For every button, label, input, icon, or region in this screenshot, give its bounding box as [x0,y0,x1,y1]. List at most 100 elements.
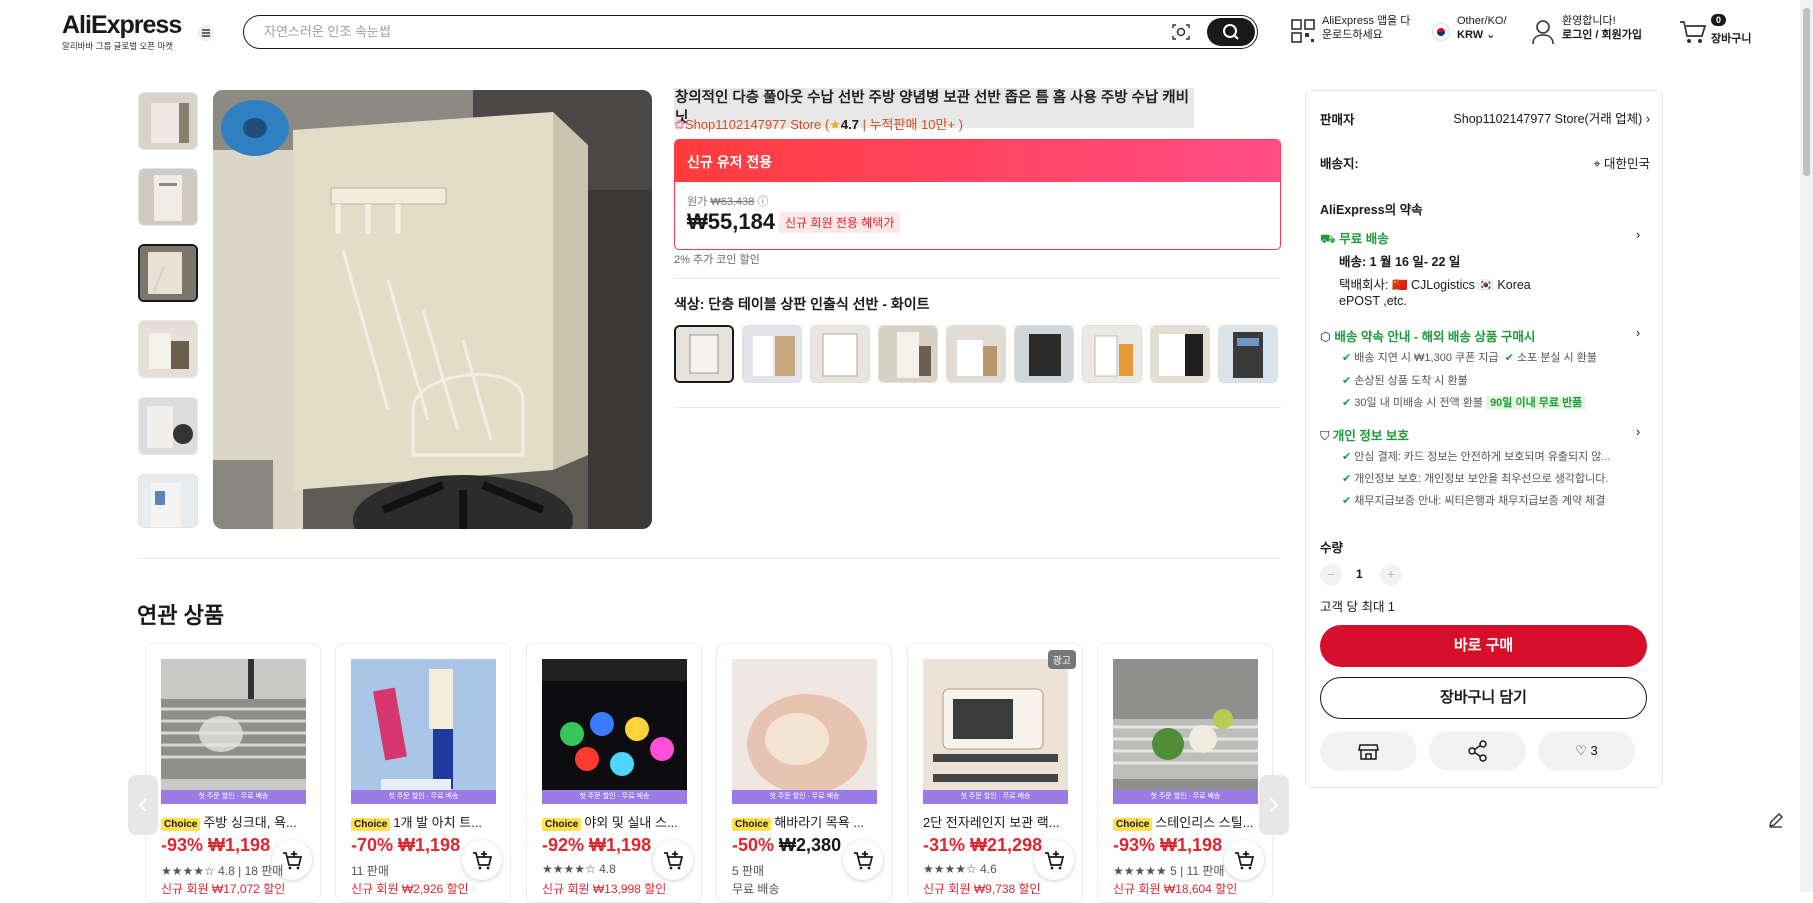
gallery-thumb-6[interactable] [138,474,198,528]
app-download-link[interactable]: AliExpress 앱을 다 운로드하세요 [1322,14,1410,42]
gallery-thumb-3-selected[interactable] [138,244,198,302]
cart-label[interactable]: 장바구니 [1711,30,1751,46]
color-swatch-4[interactable] [878,325,938,383]
gallery-thumb-4[interactable] [138,320,198,378]
color-swatch-9[interactable] [1218,325,1278,383]
login-link[interactable]: 환영합니다! 로그인 / 회원가입 [1562,14,1642,42]
related-card-4[interactable]: 첫 주문 할인 · 무료 배송 Choice 해바라기 목욕 ... -50% ₩… [716,643,892,903]
check-icon: ✔ [1342,352,1352,364]
carousel-prev-button[interactable] [128,775,158,835]
color-swatch-2[interactable] [742,325,802,383]
check-icon: ✔ [1504,352,1514,364]
qr-code-icon[interactable] [1290,18,1316,44]
check-icon: ✔ [1342,451,1352,463]
original-price-line: 원가 ₩63,438 ⓘ [687,193,768,209]
related-card-6[interactable]: 첫 주문 할인 · 무료 배송 Choice 스테인리스 스틸... -93% ₩… [1097,643,1273,903]
korea-flag-icon [1432,23,1450,41]
quantity-label: 수량 [1320,541,1344,555]
card-price-value: ₩21,298 [970,835,1043,855]
color-swatch-8[interactable] [1150,325,1210,383]
scrollbar-thumb[interactable] [1803,8,1810,176]
promise-title: AliExpress의 약속 [1320,203,1423,217]
carousel-next-button[interactable] [1259,775,1289,835]
wishlist-button[interactable]: ♡ 3 [1538,731,1635,771]
store-info-line[interactable]: ✿Shop1102147977 Store (★4.7 | 누적판매 10만+ … [674,114,963,133]
related-card-1[interactable]: 첫 주문 할인 · 무료 배송 Choice 주방 싱크대, 욕... -93% … [145,643,321,903]
card-coupon: 신규 회원 ₩9,738 할인 [923,882,1041,896]
login-signup-text: 로그인 / 회원가입 [1562,29,1643,41]
info-icon[interactable]: ⓘ [757,196,768,208]
menu-icon[interactable] [197,24,215,42]
buy-now-button[interactable]: 바로 구매 [1320,625,1647,667]
color-swatch-3[interactable] [810,325,870,383]
card-image: 첫 주문 할인 · 무료 배송 [732,659,877,804]
card-discount: -93% [1113,835,1156,855]
edit-icon[interactable] [1766,810,1786,830]
seller-link[interactable]: Shop1102147977 Store(거래 업체) › [1427,108,1650,127]
privacy-row[interactable]: ⛉ 개인 정보 보호 [1320,425,1409,444]
color-swatch-5[interactable] [946,325,1006,383]
card-price: -93% ₩1,198 [161,835,270,856]
check-icon: ✔ [1342,473,1352,485]
add-to-cart-icon[interactable] [653,840,693,880]
aliexpress-logo[interactable]: AliExpress 알리바바 그룹 글로벌 오픈 마켓 [62,11,182,52]
quantity-value[interactable]: 1 [1356,567,1363,581]
color-label: 색상: 단층 테이블 상판 인출식 선반 - 화이트 [674,296,930,312]
related-card-3[interactable]: 첫 주문 할인 · 무료 배송 Choice 야외 및 실내 스... -92% … [526,643,702,903]
cart-icon[interactable] [1679,19,1707,45]
choice-badge: Choice [542,818,582,831]
chevron-right-icon[interactable]: › [1636,326,1640,340]
card-price: -50% ₩2,380 [732,835,841,856]
add-to-cart-button[interactable]: 장바구니 담기 [1320,677,1647,719]
card-image: 첫 주문 할인 · 무료 배송 [923,659,1068,804]
search-button[interactable] [1207,18,1255,46]
color-swatch-1[interactable] [674,325,734,383]
locale-selector[interactable]: Other/KO/ KRW ⌄ [1457,14,1507,42]
related-card-2[interactable]: 첫 주문 할인 · 무료 배송 Choice 1개 발 아치 트... -70% … [335,643,511,903]
main-product-image[interactable] [213,90,652,529]
free-shipping-row[interactable]: ⛟ 무료 배송 [1320,228,1389,248]
card-meta: 5 판매 [732,864,765,878]
delivery-guarantee-row[interactable]: ⬡ 배송 약속 안내 - 해외 배송 상품 구매시 [1320,326,1535,345]
chevron-right-icon[interactable]: › [1636,228,1640,242]
add-to-cart-icon[interactable] [843,840,883,880]
locale-line-1: Other/KO/ [1457,15,1507,27]
quantity-increase-button[interactable]: + [1380,564,1402,586]
user-icon[interactable] [1531,19,1555,45]
chevron-right-icon[interactable]: › [1636,425,1640,439]
choice-badge: Choice [732,818,772,831]
store-name[interactable]: Shop1102147977 Store [685,117,821,132]
purchase-sidebar: 판매자 Shop1102147977 Store(거래 업체) › 배송지: ⌖… [1305,90,1663,788]
color-swatch-6[interactable] [1014,325,1074,383]
card-image: 첫 주문 할인 · 무료 배송 [542,659,687,804]
card-strip: 첫 주문 할인 · 무료 배송 [161,790,306,804]
privacy-text: 안심 결제: 카드 정보는 안전하게 보호되며 유출되지 않... [1354,451,1611,463]
store-icon [1358,744,1379,760]
logo-text: AliExpress [62,11,182,39]
gallery-thumb-2[interactable] [138,168,198,226]
card-title: 1개 발 아치 트... [393,815,483,830]
ship-to-selector[interactable]: ⌖ 대한민국 [1546,153,1650,172]
quantity-decrease-button[interactable]: − [1320,564,1342,586]
gallery-thumb-5[interactable] [138,397,198,455]
gallery-thumb-1[interactable] [138,92,198,150]
card-discount: -93% [161,835,204,855]
card-price: -31% ₩21,298 [923,835,1042,856]
share-button[interactable] [1429,731,1526,771]
privacy-item: ✔ 채무지급보증 안내: 씨티은행과 채무지급보증 계약 체결 [1342,492,1605,508]
check-icon: ✔ [1342,375,1352,387]
store-button[interactable] [1320,731,1417,771]
related-card-5[interactable]: 첫 주문 할인 · 무료 배송 광고 2단 전자레인지 보관 랙... -31%… [907,643,1083,903]
store-flower-icon: ✿ [674,117,685,132]
guarantee-text: 배송 지연 시 ₩1,300 쿠폰 지급 [1354,352,1499,364]
guarantee-title: 배송 약속 안내 - 해외 배송 상품 구매시 [1334,330,1536,344]
search-input[interactable] [264,16,1144,47]
image-search-icon[interactable] [1171,22,1191,42]
add-to-cart-icon[interactable] [1224,840,1264,880]
privacy-item: ✔ 안심 결제: 카드 정보는 안전하게 보호되며 유출되지 않... [1342,448,1611,464]
color-swatch-7[interactable] [1082,325,1142,383]
card-strip: 첫 주문 할인 · 무료 배송 [351,790,496,804]
card-meta: ★★★★★ 5 | 11 판매 [1113,864,1225,878]
card-name: Choice 야외 및 실내 스... [542,812,692,831]
add-to-cart-icon[interactable] [462,840,502,880]
